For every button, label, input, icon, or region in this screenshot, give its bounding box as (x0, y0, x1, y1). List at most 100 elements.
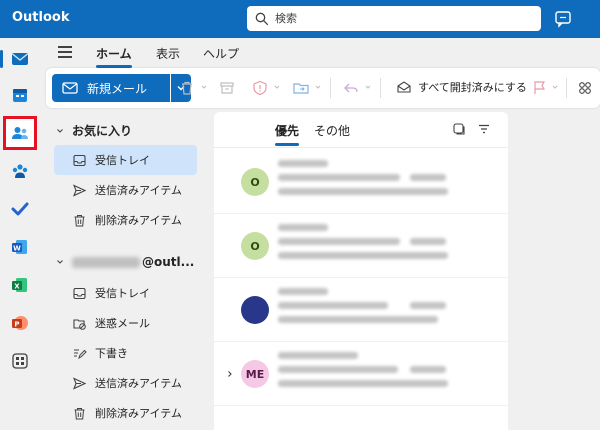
reading-pane (508, 112, 600, 430)
subject-blurred (278, 366, 398, 373)
mail-icon (12, 53, 28, 65)
rail-mail[interactable] (0, 44, 35, 74)
chevron-right-icon[interactable] (226, 370, 234, 378)
rail-more-apps[interactable] (5, 346, 35, 376)
message-list: 優先 その他 O O ME (214, 112, 508, 430)
rail-word[interactable]: W (5, 232, 35, 262)
account-domain: @outl... (142, 255, 195, 269)
new-mail-button[interactable]: 新規メール (52, 74, 170, 102)
svg-text:P: P (14, 321, 19, 329)
trash-icon (74, 407, 85, 419)
delete-icon[interactable] (178, 79, 196, 97)
chevron-down-icon (274, 85, 280, 89)
chevron-down-icon (365, 85, 371, 89)
tab-view[interactable]: 表示 (156, 45, 180, 62)
folder-junk[interactable]: 迷惑メール (54, 308, 197, 338)
preview-blurred (278, 380, 448, 387)
date-blurred (410, 366, 446, 373)
rail-powerpoint[interactable]: P (5, 308, 35, 338)
tab-help[interactable]: ヘルプ (203, 45, 239, 62)
tab-other[interactable]: その他 (314, 122, 350, 139)
avatar: O (241, 232, 269, 260)
app-rail: W X P (0, 38, 40, 430)
rail-groups[interactable] (5, 156, 35, 186)
svg-text:X: X (14, 283, 20, 291)
message-row[interactable] (214, 278, 508, 342)
rail-calendar[interactable] (5, 80, 35, 110)
message-row[interactable]: ME (214, 342, 508, 406)
report-icon[interactable] (251, 79, 269, 97)
folder-label: 送信済みアイテム (95, 184, 182, 197)
inbox-icon (73, 154, 86, 166)
rail-excel[interactable]: X (5, 270, 35, 300)
todo-icon (11, 202, 29, 216)
folder-sent[interactable]: 送信済みアイテム (54, 368, 197, 398)
preview-blurred (278, 252, 448, 259)
title-bar: Outlook (0, 0, 600, 38)
sender-blurred (278, 288, 328, 295)
sender-blurred (278, 352, 358, 359)
folder-deleted[interactable]: 削除済みアイテム (54, 398, 197, 428)
send-icon (72, 376, 87, 390)
subject-blurred (278, 238, 400, 245)
rail-people[interactable] (3, 116, 37, 150)
inbox-icon (73, 287, 86, 299)
select-icon[interactable] (452, 122, 466, 136)
tab-focused[interactable]: 優先 (275, 122, 300, 146)
folder-label: 送信済みアイテム (95, 377, 182, 390)
message-list-header: 優先 その他 (214, 112, 508, 148)
calendar-icon (13, 89, 27, 102)
avatar: O (241, 168, 269, 196)
mark-all-read-label: すべて開封済みにする (418, 81, 527, 94)
filter-icon[interactable] (477, 122, 491, 136)
sender-blurred (278, 224, 328, 231)
more-apps-icon (12, 353, 28, 369)
mail-outline-icon (62, 82, 78, 94)
trash-icon (74, 214, 85, 226)
hamburger-icon[interactable] (58, 46, 72, 58)
flag-icon[interactable] (530, 79, 548, 97)
folder-inbox[interactable]: 受信トレイ (54, 278, 197, 308)
preview-blurred (278, 188, 448, 195)
powerpoint-icon: P (12, 316, 28, 330)
rail-todo[interactable] (5, 194, 35, 224)
move-folder-icon[interactable] (292, 79, 310, 97)
folder-label: 削除済みアイテム (95, 407, 182, 420)
new-mail-label: 新規メール (87, 81, 148, 96)
sender-blurred (278, 160, 328, 167)
folder-sent-favorite[interactable]: 送信済みアイテム (54, 175, 197, 205)
search-icon (255, 12, 269, 25)
folder-deleted-favorite[interactable]: 削除済みアイテム (54, 205, 197, 235)
tab-home[interactable]: ホーム (96, 45, 132, 68)
reply-icon[interactable] (342, 79, 360, 97)
search-box[interactable] (247, 6, 541, 31)
favorites-header[interactable]: お気に入り (56, 122, 132, 139)
mark-all-read-button[interactable]: すべて開封済みにする (396, 79, 527, 95)
chevron-down-icon (315, 85, 321, 89)
ribbon-divider (330, 78, 331, 98)
folder-drafts[interactable]: 下書き (54, 338, 197, 368)
feedback-icon[interactable] (553, 9, 573, 29)
groups-icon (12, 164, 28, 178)
message-row[interactable]: O (214, 214, 508, 278)
account-name-blurred (72, 256, 140, 268)
folder-inbox-favorite[interactable]: 受信トレイ (54, 145, 197, 175)
junk-icon (73, 318, 86, 330)
word-icon: W (12, 240, 27, 254)
preview-blurred (278, 316, 438, 323)
excel-icon: X (12, 278, 27, 292)
archive-icon[interactable] (218, 79, 236, 97)
apps-icon[interactable] (576, 79, 594, 97)
account-header[interactable]: @outl... (56, 255, 194, 269)
chevron-down-icon (552, 85, 558, 89)
date-blurred (410, 302, 446, 309)
search-input[interactable] (275, 12, 515, 25)
folder-pane: お気に入り 受信トレイ 送信済みアイテム 削除済みアイテム @outl... 受… (46, 112, 206, 430)
date-blurred (410, 238, 446, 245)
chevron-down-icon (201, 85, 207, 89)
subject-blurred (278, 302, 388, 309)
message-row[interactable]: O (214, 150, 508, 214)
chevron-down-icon (57, 260, 63, 264)
subject-blurred (278, 174, 400, 181)
send-icon (72, 183, 87, 197)
